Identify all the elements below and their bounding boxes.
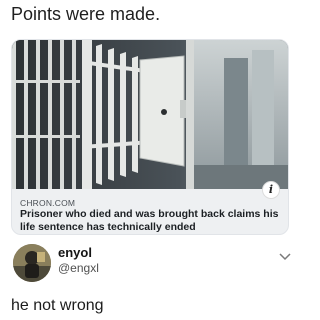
avatar[interactable] (13, 244, 51, 282)
author-handle[interactable]: @engxl (58, 261, 99, 275)
chevron-down-icon[interactable] (279, 248, 291, 261)
author-name[interactable]: enyol (58, 245, 92, 260)
prison-cell-photo (12, 40, 288, 189)
link-source: CHRON.COM (20, 198, 76, 208)
tweet-text: he not wrong (11, 297, 104, 314)
link-headline[interactable]: Prisoner who died and was brought back c… (20, 208, 282, 233)
meme-caption: Points were made. (11, 4, 161, 24)
info-icon[interactable]: i (262, 181, 280, 199)
link-preview-card[interactable]: i CHRON.COM Prisoner who died and was br… (11, 39, 289, 235)
